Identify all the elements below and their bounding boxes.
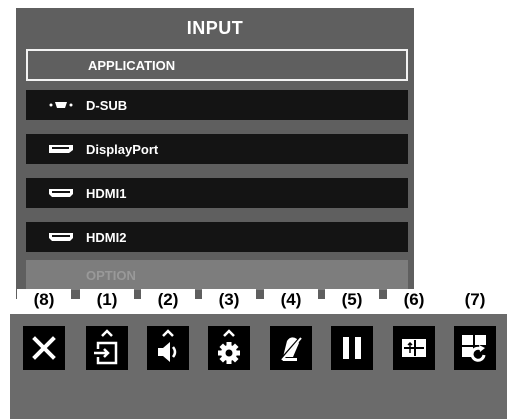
button-number: (6): [387, 289, 441, 311]
pause-button-face[interactable]: [331, 326, 373, 370]
mute-button[interactable]: (4): [264, 289, 318, 378]
button-number: (1): [80, 289, 134, 311]
menu-item-option[interactable]: OPTION: [26, 260, 408, 290]
settings-button[interactable]: (3): [202, 289, 256, 378]
close-icon: [32, 336, 56, 360]
menu-item-label: OPTION: [86, 267, 136, 283]
menu-item-displayport[interactable]: DisplayPort: [26, 134, 408, 164]
menu-item-dsub[interactable]: D-SUB: [26, 90, 408, 120]
menu-item-label: HDMI2: [86, 229, 127, 245]
menu-title: INPUT: [186, 18, 244, 38]
menu-item-application[interactable]: APPLICATION: [26, 49, 408, 81]
button-number: (8): [17, 289, 71, 311]
pause-button[interactable]: (5): [325, 289, 379, 378]
close-button[interactable]: (8): [17, 289, 71, 378]
mute-button-face[interactable]: [270, 326, 312, 370]
menu-item-label: APPLICATION: [88, 57, 176, 73]
window-rotate-button-face[interactable]: [454, 326, 496, 370]
menu-item-hdmi2[interactable]: HDMI2: [26, 222, 408, 252]
menu-item-label: DisplayPort: [86, 141, 159, 157]
input-select-icon: [94, 329, 118, 365]
menu-item-label: D-SUB: [86, 97, 128, 113]
button-number: (7): [448, 289, 502, 311]
window-rotate-icon: [462, 335, 486, 362]
pip-swap-icon: [402, 339, 426, 357]
mute-off-icon: [278, 335, 304, 362]
dsub-port-icon: [49, 102, 73, 108]
displayport-icon: [49, 145, 73, 153]
volume-icon: [158, 329, 177, 362]
menu-item-hdmi1[interactable]: HDMI1: [26, 178, 408, 208]
button-number: (3): [202, 289, 256, 311]
button-number: (4): [264, 289, 318, 311]
close-button-face[interactable]: [23, 326, 65, 370]
pip-button-face[interactable]: [393, 326, 435, 370]
input-select-button[interactable]: (1): [80, 289, 134, 378]
input-select-button-face[interactable]: [86, 326, 128, 370]
input-menu: INPUT APPLICATION D-SUB DisplayPort HDMI…: [16, 8, 414, 299]
hdmi-port-icon: [49, 233, 73, 241]
button-number: (5): [325, 289, 379, 311]
window-rotate-button[interactable]: (7): [448, 289, 502, 378]
menu-item-label: HDMI1: [86, 185, 127, 201]
pause-icon: [343, 337, 361, 359]
button-number: (2): [141, 289, 195, 311]
settings-button-face[interactable]: [208, 326, 250, 370]
volume-button[interactable]: (2): [141, 289, 195, 378]
volume-button-face[interactable]: [147, 326, 189, 370]
settings-gear-icon: [218, 329, 240, 364]
pip-button[interactable]: (6): [387, 289, 441, 378]
hdmi-port-icon: [49, 189, 73, 197]
